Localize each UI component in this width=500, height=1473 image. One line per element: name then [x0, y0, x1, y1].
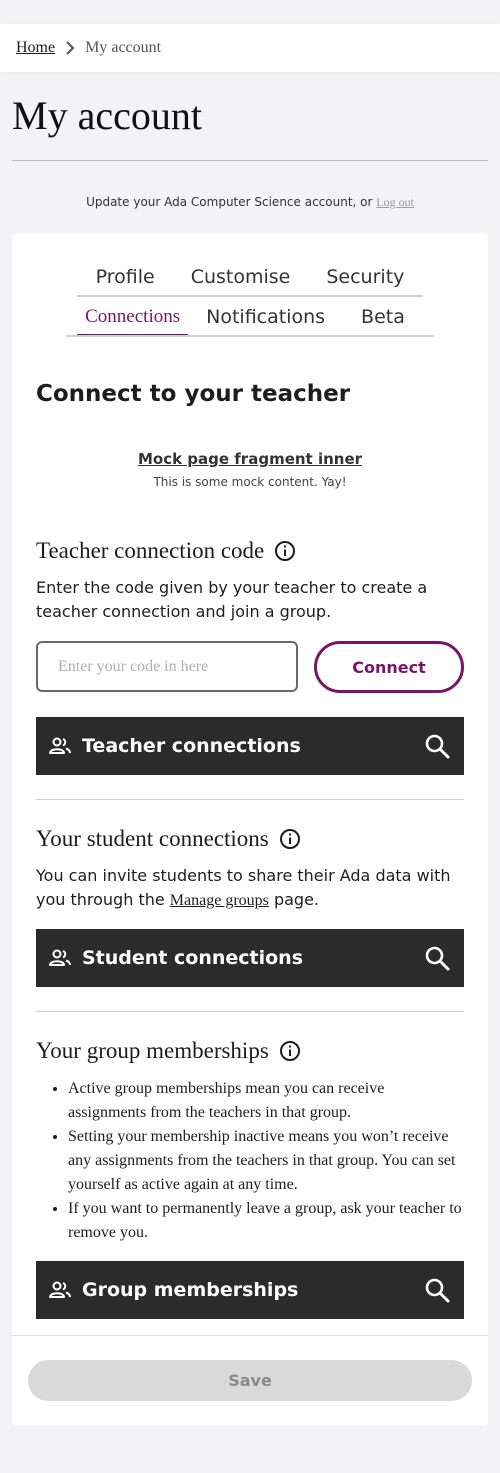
tab-beta[interactable]: Beta — [343, 303, 423, 337]
breadcrumb: Home My account — [0, 24, 500, 72]
student-heading: Your student connections — [36, 826, 301, 852]
save-button[interactable]: Save — [28, 1360, 472, 1401]
people-icon — [48, 736, 72, 756]
student-desc-after: page. — [268, 890, 320, 909]
tab-profile[interactable]: Profile — [78, 263, 173, 297]
student-connections-label: Student connections — [82, 947, 304, 969]
tabs-underline — [77, 295, 423, 297]
search-icon[interactable] — [424, 945, 450, 971]
tab-connections[interactable]: Connections — [77, 303, 189, 337]
teacher-code-heading: Teacher connection code — [36, 538, 296, 564]
mock-fragment-title[interactable]: Mock page fragment inner — [12, 450, 488, 468]
tabs-row-2: Connections Notifications Beta — [12, 303, 488, 337]
tabs-row-1: Profile Customise Security — [12, 263, 488, 297]
teacher-connections-bar[interactable]: Teacher connections — [36, 717, 464, 775]
account-note-text: Update your Ada Computer Science account… — [86, 195, 377, 209]
tabs-underline — [66, 335, 434, 337]
search-icon[interactable] — [424, 733, 450, 759]
connect-heading: Connect to your teacher — [36, 381, 351, 407]
mock-fragment-body: This is some mock content. Yay! — [153, 475, 347, 489]
people-icon — [48, 1280, 72, 1300]
tab-notifications[interactable]: Notifications — [188, 303, 343, 337]
groups-heading: Your group memberships — [36, 1038, 301, 1064]
info-icon[interactable] — [274, 540, 296, 562]
tab-security[interactable]: Security — [308, 263, 422, 297]
tab-customise[interactable]: Customise — [173, 263, 309, 297]
logout-link[interactable]: Log out — [376, 195, 414, 209]
page-title: My account — [12, 93, 202, 138]
teacher-code-heading-text: Teacher connection code — [36, 538, 265, 563]
footer-divider — [12, 1335, 488, 1336]
info-icon[interactable] — [279, 1040, 301, 1062]
chevron-right-icon — [65, 41, 75, 55]
student-connections-bar[interactable]: Student connections — [36, 929, 464, 987]
teacher-code-input[interactable] — [36, 641, 298, 692]
groups-heading-text: Your group memberships — [36, 1038, 269, 1063]
connect-button[interactable]: Connect — [314, 641, 464, 693]
section-divider — [36, 1011, 464, 1012]
people-icon — [48, 948, 72, 968]
list-item: If you want to permanently leave a group… — [68, 1197, 466, 1245]
student-description: You can invite students to share their A… — [36, 864, 466, 913]
breadcrumb-current: My account — [85, 39, 162, 56]
breadcrumb-home-link[interactable]: Home — [16, 39, 55, 57]
section-divider — [36, 799, 464, 800]
group-memberships-label: Group memberships — [82, 1279, 299, 1301]
teacher-code-description: Enter the code given by your teacher to … — [36, 578, 428, 621]
teacher-connections-label: Teacher connections — [82, 735, 301, 757]
groups-info-list: Active group memberships mean you can re… — [36, 1077, 466, 1245]
account-card: Profile Customise Security Connections N… — [12, 233, 488, 1425]
list-item: Setting your membership inactive means y… — [68, 1125, 466, 1197]
student-heading-text: Your student connections — [36, 826, 269, 851]
list-item: Active group memberships mean you can re… — [68, 1077, 466, 1125]
account-note: Update your Ada Computer Science account… — [0, 195, 500, 210]
info-icon[interactable] — [279, 828, 301, 850]
group-memberships-bar[interactable]: Group memberships — [36, 1261, 464, 1319]
manage-groups-link[interactable]: Manage groups — [170, 892, 269, 909]
title-divider — [12, 160, 488, 161]
search-icon[interactable] — [424, 1277, 450, 1303]
